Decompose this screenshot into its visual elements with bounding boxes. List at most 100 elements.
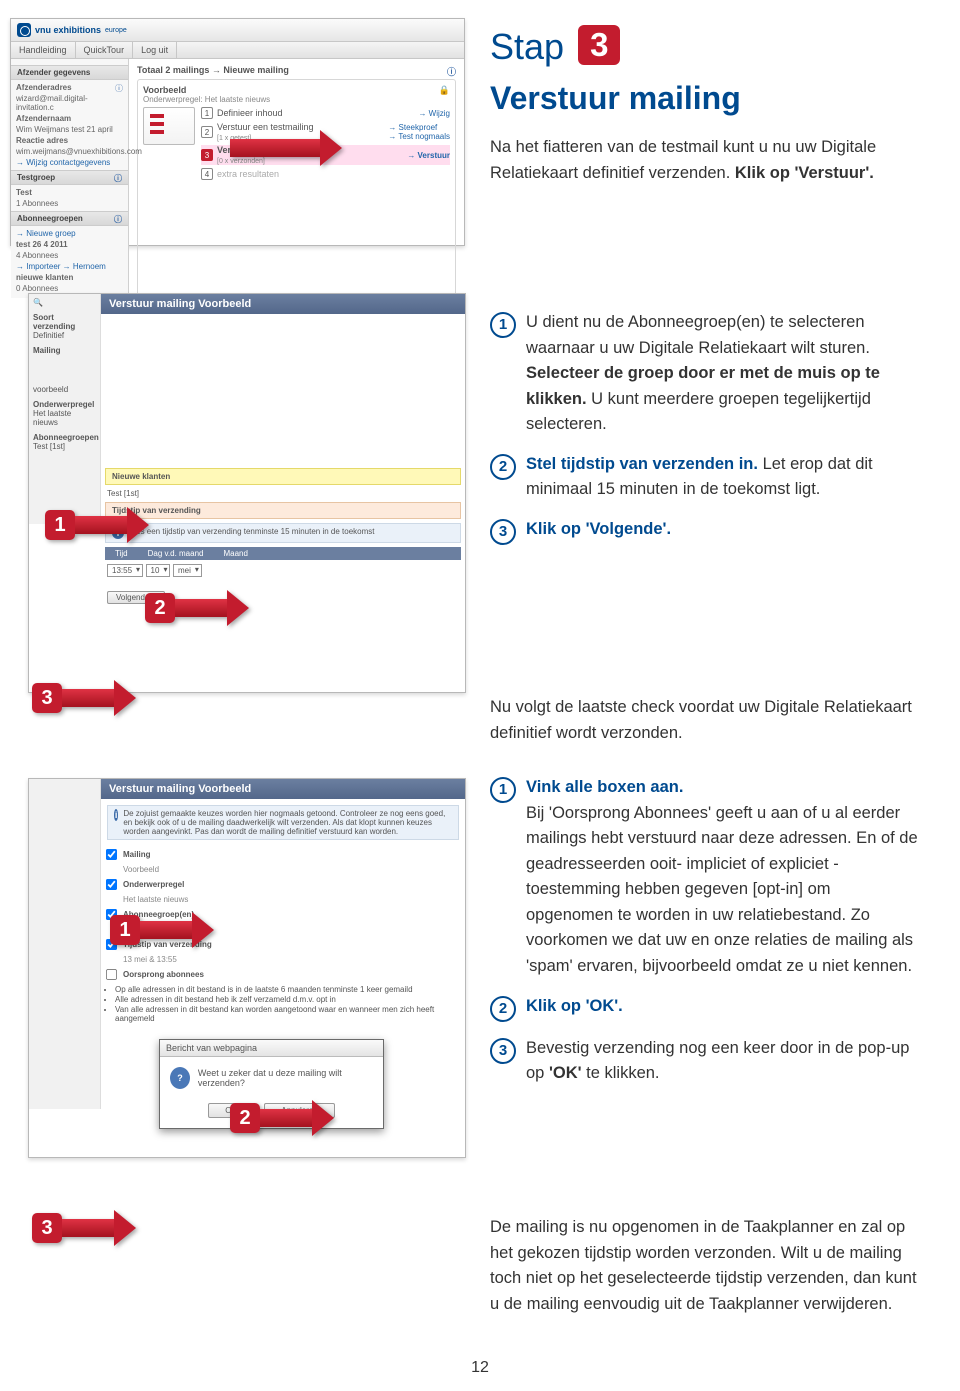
- mail-thumbnail: [143, 107, 195, 145]
- g3a: test 26 4 2011: [16, 240, 68, 249]
- g3c: nieuwe klanten: [16, 273, 73, 282]
- tab-loguit[interactable]: Log uit: [133, 42, 177, 58]
- s-react: Reactie adres: [16, 136, 68, 145]
- info-icon-blue-2: i: [114, 809, 118, 821]
- step2-3: 3 Bevestig verzending nog een keer door …: [490, 1036, 920, 1087]
- chk-mailing[interactable]: [106, 849, 117, 860]
- chk-oor[interactable]: [106, 969, 117, 980]
- bl2: Alle adressen in dit bestand heb ik zelf…: [115, 995, 451, 1004]
- st1l[interactable]: → Wijzig: [418, 109, 450, 118]
- instruction-list-2: 1 Vink alle boxen aan. Bij 'Oorsprong Ab…: [490, 775, 920, 1101]
- st2l1[interactable]: → Steekproef: [388, 123, 437, 132]
- st2l2[interactable]: → Test nogmaals: [388, 132, 450, 141]
- b2-3-a: Bevestig verzending nog een keer door in…: [526, 1039, 909, 1083]
- s2s2: Mailing: [33, 346, 96, 355]
- s2s3: voorbeeld: [33, 385, 96, 394]
- shot3-info: i De zojuist gemaakte keuzes worden hier…: [107, 805, 459, 840]
- question-icon: ?: [170, 1067, 190, 1089]
- s2s0: Soort verzending: [33, 313, 96, 331]
- g3: Abonneegroepen: [17, 214, 83, 223]
- page-number: 12: [0, 1359, 960, 1377]
- info-icon-4[interactable]: ⓘ: [447, 65, 456, 78]
- link-wijzig[interactable]: → Wijzig contactgegevens: [16, 157, 123, 168]
- intro-paragraph: Na het fiatteren van de testmail kunt u …: [490, 135, 920, 186]
- shot2-title: Verstuur mailing Voorbeeld: [101, 294, 465, 314]
- s-afznm-v: Wim Weijmans test 21 april: [16, 124, 123, 135]
- side-g3: Abonneegroepen ⓘ: [11, 211, 128, 226]
- info-icon-2[interactable]: ⓘ: [114, 173, 122, 184]
- arrow-s2-1: 1: [45, 507, 149, 543]
- b2-1-b: Vink alle boxen aan.: [526, 778, 683, 796]
- info-icon[interactable]: ⓘ: [115, 83, 123, 94]
- s-afznm: Afzendernaam: [16, 114, 71, 123]
- c3: Het laatste nieuws: [101, 893, 465, 906]
- g3-link[interactable]: → Nieuwe groep: [16, 228, 123, 239]
- c1v: Voorbeeld: [101, 863, 465, 876]
- g3b[interactable]: → Importeer → Hernoem: [16, 261, 123, 272]
- outro-paragraph: De mailing is nu opgenomen in de Taakpla…: [490, 1215, 920, 1317]
- popup-msg: Weet u zeker dat u deze mailing wilt ver…: [198, 1068, 373, 1088]
- info-text: Kies een tijdstip van verzending tenmins…: [129, 527, 374, 539]
- shot1-tabs: Handleiding QuickTour Log uit: [11, 42, 464, 59]
- vb: Voorbeeld: [143, 85, 186, 95]
- g2a: Test: [16, 188, 32, 197]
- st3l[interactable]: → Verstuur: [407, 151, 450, 160]
- step-word: Stap: [490, 26, 564, 67]
- brand-sub: europe: [105, 27, 127, 34]
- shot1-header: vnu exhibitions europe: [11, 19, 464, 42]
- c5v: 13 mei & 13:55: [101, 953, 465, 966]
- info-icon-3[interactable]: ⓘ: [114, 214, 122, 225]
- bl1: Op alle adressen in dit bestand is in de…: [115, 985, 451, 994]
- side-g2: Testgroep ⓘ: [11, 170, 128, 185]
- st4: extra resultaten: [217, 169, 279, 179]
- tab-handleiding[interactable]: Handleiding: [11, 42, 76, 58]
- shot1-sidebar: Afzender gegevens Afzenderadres ⓘ wizard…: [11, 59, 129, 298]
- num-circle-1: 1: [490, 312, 516, 338]
- g3a-v: 4 Abonnees: [16, 250, 123, 261]
- lock-icon: 🔒: [439, 85, 450, 96]
- s2s7: Test [1st]: [33, 442, 96, 451]
- dd-dag[interactable]: 10: [146, 564, 171, 577]
- lead-paragraph-2: Nu volgt de laatste check voordat uw Dig…: [490, 695, 920, 746]
- g2a-v: 1 Abonnees: [16, 198, 123, 209]
- num-circle-3: 3: [490, 519, 516, 545]
- b2-3-b: 'OK': [549, 1064, 582, 1082]
- s-afzadr: Afzenderadres: [16, 83, 72, 92]
- screenshot-verstuur-dialog: 🔍 Soort verzending Definitief Mailing vo…: [28, 293, 466, 693]
- group-row-selected[interactable]: Nieuwe klanten: [105, 468, 461, 485]
- chk-ow[interactable]: [106, 879, 117, 890]
- s2s4: Onderwerpregel: [33, 400, 96, 409]
- s-react-v: wim.weijmans@vnuexhibitions.com: [16, 146, 123, 157]
- tab-quicktour[interactable]: QuickTour: [76, 42, 134, 58]
- col-dag: Dag v.d. maand: [138, 547, 214, 560]
- intro-bold: Klik op 'Verstuur'.: [735, 164, 874, 182]
- s2s5: Het laatste nieuws: [33, 409, 96, 427]
- dd-tijd[interactable]: 13:55: [107, 564, 143, 577]
- arrow-verstuur: [230, 130, 342, 166]
- sel-g2[interactable]: Test [1st]: [107, 489, 459, 498]
- main-total: Totaal 2 mailings → Nieuwe mailing: [137, 65, 289, 75]
- shot3-main: Verstuur mailing Voorbeeld i De zojuist …: [101, 779, 465, 1026]
- arrow-s3-1: 1: [110, 912, 214, 948]
- st1: Definieer inhoud: [217, 108, 283, 118]
- b2-2-b: Klik op 'OK'.: [526, 997, 623, 1015]
- popup-title: Bericht van webpagina: [160, 1040, 383, 1057]
- s2s6: Abonneegroepen: [33, 433, 96, 442]
- instruction-list-1: 1 U dient nu de Abonneegroep(en) te sele…: [490, 310, 920, 559]
- num-circle-2b: 2: [490, 996, 516, 1022]
- step-header: Stap 3: [490, 25, 620, 68]
- shot3-title: Verstuur mailing Voorbeeld: [101, 779, 465, 799]
- arrow-s2-3: 3: [32, 680, 136, 716]
- s2-0: 🔍: [33, 298, 96, 307]
- arrow-s3-2: 2: [230, 1100, 334, 1136]
- step2-2: 2 Klik op 'OK'.: [490, 994, 920, 1022]
- brand: vnu exhibitions: [35, 25, 101, 35]
- step-number-badge: 3: [578, 25, 620, 65]
- num-circle-2: 2: [490, 454, 516, 480]
- c6: Oorsprong abonnees: [123, 970, 204, 979]
- dd-maand[interactable]: mei: [173, 564, 202, 577]
- step1-3: 3 Klik op 'Volgende'.: [490, 517, 920, 545]
- g2-l: Testgroep: [17, 173, 55, 182]
- s-afzadr-v: wizard@mail.digital-invitation.c: [16, 93, 123, 113]
- tijdstip-header: Tijdstip van verzending: [105, 502, 461, 519]
